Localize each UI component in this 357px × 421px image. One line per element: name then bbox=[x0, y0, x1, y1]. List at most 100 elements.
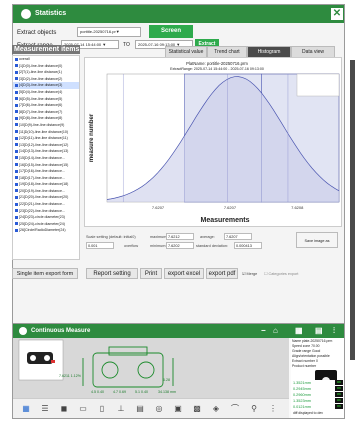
doc-icon[interactable]: ▭ bbox=[78, 404, 88, 414]
measurement-5: 6.28 bbox=[163, 378, 170, 382]
layers-icon[interactable]: ◈ bbox=[211, 404, 221, 414]
target-icon[interactable]: ◎ bbox=[154, 404, 164, 414]
checkbox-icon[interactable] bbox=[15, 57, 18, 61]
grid2-icon[interactable]: ▩ bbox=[192, 404, 202, 414]
std-label: standard deviation: bbox=[196, 244, 229, 248]
single-item-export-button[interactable]: Single item export form bbox=[12, 268, 78, 279]
checkbox-icon[interactable] bbox=[15, 103, 18, 107]
measurement-item[interactable]: [16]D(15)-line-line distance(15) bbox=[13, 162, 79, 169]
curve-icon[interactable]: ⌒ bbox=[230, 404, 240, 414]
list-icon[interactable]: ☰ bbox=[40, 404, 50, 414]
camera-icon[interactable]: ◼ bbox=[59, 404, 69, 414]
print-button[interactable]: Print bbox=[140, 268, 162, 279]
checkbox-icon[interactable] bbox=[15, 116, 18, 120]
result-row: 0.0121mm OK bbox=[293, 404, 343, 410]
grid-icon[interactable]: ▦ bbox=[21, 404, 31, 414]
checkbox-icon[interactable] bbox=[15, 143, 18, 147]
checkbox-icon[interactable] bbox=[15, 136, 18, 140]
checkbox-icon[interactable] bbox=[15, 215, 18, 219]
ruler-icon[interactable]: ⊥ bbox=[116, 404, 126, 414]
checkbox-icon[interactable] bbox=[15, 182, 18, 186]
measurement-item[interactable]: [9]D(8)-line-line distance(8) bbox=[13, 115, 79, 122]
checkbox-icon[interactable] bbox=[15, 228, 18, 232]
measurement-item[interactable]: [24]D(23)-circle diameter(23) bbox=[13, 214, 79, 221]
measurement-item[interactable]: [26]Circle/RadioDiameter(24) bbox=[13, 227, 79, 234]
measurement-item[interactable]: [23]D(22)-line-line distance... bbox=[13, 208, 79, 215]
checkbox-icon[interactable] bbox=[15, 97, 18, 101]
export-pdf-button[interactable]: export pdf bbox=[206, 268, 238, 279]
bottom-toolbar: ▦ ☰ ◼ ▭ ▯ ⊥ ▤ ◎ ▣ ▩ ◈ ⌒ ⚲ ⋮ bbox=[13, 398, 289, 418]
pin-icon[interactable]: ⚲ bbox=[249, 404, 259, 414]
checkbox-icon[interactable] bbox=[15, 189, 18, 193]
screen-button[interactable]: Screen bbox=[149, 25, 193, 38]
measurement-3: 4.7 0.69 bbox=[113, 390, 126, 394]
report-setting-button[interactable]: Report setting bbox=[86, 268, 138, 279]
save-image-button[interactable]: Save image as bbox=[296, 232, 338, 248]
export-excel-button[interactable]: export excel bbox=[164, 268, 204, 279]
scrollbar[interactable] bbox=[350, 60, 355, 360]
checkbox-icon[interactable] bbox=[15, 176, 18, 180]
measurement-item[interactable]: [18]D(17)-line-line distance... bbox=[13, 175, 79, 182]
measurement-item[interactable]: [12]D(11)-line-line distance(11) bbox=[13, 135, 79, 142]
measurement-item[interactable]: [22]D(21)-line-line distance... bbox=[13, 201, 79, 208]
checkbox-icon[interactable] bbox=[15, 130, 18, 134]
measurement-item[interactable]: [14]D(13)-line-line distance(13) bbox=[13, 148, 79, 155]
measurement-item[interactable]: [20]D(19)-line-line distance... bbox=[13, 188, 79, 195]
camera-image-area[interactable]: 7.6211 1.12% 4.5 0.40 4.7 0.69 5.1 0.40 … bbox=[13, 338, 289, 398]
checkbox-icon[interactable] bbox=[15, 202, 18, 206]
extract-objects-dropdown[interactable]: portitle-20250716.pr▼ bbox=[77, 27, 141, 37]
checkbox-icon[interactable] bbox=[15, 163, 18, 167]
table-icon[interactable]: ▤ bbox=[135, 404, 145, 414]
measurement-item-label: [16]D(15)-line-line distance(15) bbox=[19, 162, 69, 167]
measurement-item[interactable]: [17]D(16)-line-line distance... bbox=[13, 168, 79, 175]
checkbox-icon[interactable] bbox=[15, 90, 18, 94]
checkbox-icon[interactable] bbox=[15, 209, 18, 213]
home-icon[interactable]: ⌂ bbox=[273, 326, 278, 335]
extract-objects-label: Extract objects bbox=[17, 30, 57, 36]
measurement-item[interactable]: [7]D(6)-line-line distance(6) bbox=[13, 102, 79, 109]
measurement-item-label: [10]D(9)-line-line distance(9) bbox=[19, 122, 65, 127]
measurement-item[interactable]: [13]D(12)-line-line distance(12) bbox=[13, 142, 79, 149]
more-icon[interactable]: ⋮ bbox=[268, 404, 278, 414]
speed-label: Speed zone bbox=[292, 344, 311, 348]
checkbox-icon[interactable] bbox=[15, 196, 18, 200]
measurement-item-label: [22]D(21)-line-line distance... bbox=[19, 202, 65, 207]
checkbox-icon[interactable] bbox=[15, 70, 18, 74]
minimize-icon[interactable]: − bbox=[261, 326, 266, 335]
measurement-item[interactable]: [19]D(18)-line-line distance(18) bbox=[13, 181, 79, 188]
chart-icon[interactable]: ⫶ bbox=[333, 326, 335, 336]
close-button[interactable]: ✕ bbox=[331, 8, 343, 20]
measurement-item[interactable]: [4]D(3)-line-line distance(3) bbox=[13, 82, 79, 89]
grid-icon[interactable]: ▦ bbox=[295, 326, 303, 335]
checkbox-icon[interactable] bbox=[15, 156, 18, 160]
measurement-item[interactable]: [1]D(0)-line-line distance(0) bbox=[13, 63, 79, 70]
measurement-item[interactable]: [10]D(9)-line-line distance(9) bbox=[13, 122, 79, 129]
measurement-item[interactable]: [6]D(5)-line-line distance(5) bbox=[13, 96, 79, 103]
measurement-items-list[interactable]: overall [1]D(0)-line-line distance(0) [2]T… bbox=[12, 55, 80, 260]
checkbox-icon[interactable] bbox=[15, 149, 18, 153]
measurement-item[interactable]: [21]D(20)-line-line distance(20) bbox=[13, 194, 79, 201]
measurement-item[interactable]: [2]T(1)-line-line distance(1) bbox=[13, 69, 79, 76]
merge-checkbox[interactable]: ☑ Merge bbox=[242, 271, 257, 276]
checkbox-icon[interactable] bbox=[15, 123, 18, 127]
measurement-item-label: [9]D(8)-line-line distance(8) bbox=[19, 116, 63, 121]
chart-xlabel: Measurements bbox=[200, 217, 249, 224]
measurement-item[interactable]: [8]D(7)-line-line distance(7) bbox=[13, 109, 79, 116]
checkbox-icon[interactable] bbox=[15, 77, 18, 81]
checkbox-icon[interactable] bbox=[15, 64, 18, 68]
checkbox-icon[interactable] bbox=[15, 110, 18, 114]
measurement-item[interactable]: [11]D(10)-line-line distance(10) bbox=[13, 129, 79, 136]
layout-icon[interactable]: ▤ bbox=[315, 326, 323, 335]
categories-export-checkbox[interactable]: ☐ Categories export bbox=[264, 271, 298, 276]
checkbox-icon[interactable] bbox=[15, 83, 18, 87]
result-value: 1.3521mm bbox=[293, 381, 311, 385]
measurement-item[interactable]: [15]D(14)-line-line distance... bbox=[13, 155, 79, 162]
measurement-item[interactable]: [5]D(4)-line-line distance(4) bbox=[13, 89, 79, 96]
checkbox-icon[interactable] bbox=[15, 222, 18, 226]
measurement-item[interactable]: overall bbox=[13, 56, 79, 63]
measurement-item[interactable]: [25]D(24)-circle diameter(24) bbox=[13, 221, 79, 228]
box-icon[interactable]: ▣ bbox=[173, 404, 183, 414]
tablet-icon[interactable]: ▯ bbox=[97, 404, 107, 414]
measurement-item[interactable]: [3]D(2)-line-line distance(2) bbox=[13, 76, 79, 83]
checkbox-icon[interactable] bbox=[15, 169, 18, 173]
